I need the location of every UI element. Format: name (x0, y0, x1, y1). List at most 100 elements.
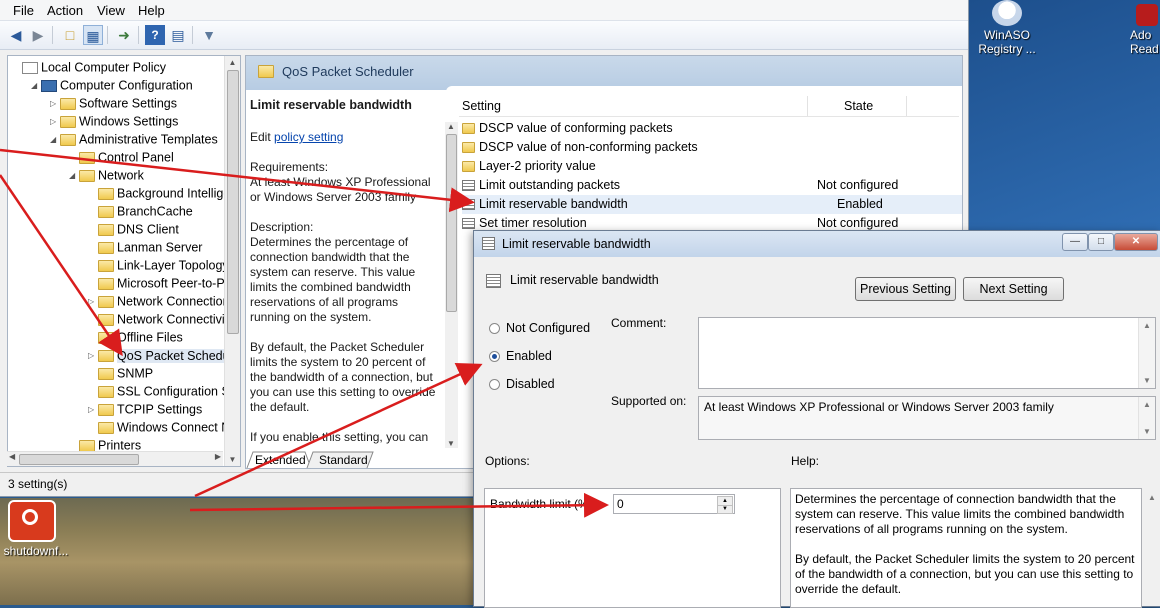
up-folder-icon[interactable]: □ (60, 25, 80, 45)
desktop-icon-label: Ado Read (1130, 28, 1159, 56)
radio-not-configured[interactable]: Not Configured (489, 320, 590, 336)
bandwidth-limit-spinner[interactable]: 0 ▲ ▼ (613, 494, 735, 514)
back-arrow-icon[interactable]: ◀ (6, 25, 26, 45)
radio-label: Not Configured (506, 321, 591, 335)
tree-item[interactable]: Background Intelliger (88, 184, 234, 202)
description-scrollbar[interactable]: ▲ ▼ (445, 122, 458, 448)
column-setting[interactable]: Setting (462, 99, 501, 113)
tree-item[interactable]: Lanman Server (88, 238, 202, 256)
expand-icon[interactable]: ▷ (88, 293, 98, 311)
forward-arrow-icon[interactable]: ▶ (28, 25, 48, 45)
tab-extended[interactable]: Extended (255, 453, 306, 467)
details-header: QoS Packet Scheduler (246, 56, 962, 90)
scroll-up-icon[interactable]: ▲ (225, 58, 240, 67)
properties-icon[interactable]: ▤ (168, 25, 188, 45)
filter-icon[interactable]: ▼ (199, 25, 219, 45)
winaso-logo-icon (992, 0, 1022, 26)
scroll-thumb[interactable] (446, 134, 457, 312)
radio-disabled[interactable]: Disabled (489, 376, 555, 392)
expand-icon[interactable]: ▷ (88, 401, 98, 419)
setting-row[interactable]: DSCP value of non-conforming packets (462, 138, 962, 157)
minimize-button[interactable]: — (1062, 233, 1088, 251)
tree-vertical-scrollbar[interactable]: ▲ ▼ (224, 56, 240, 466)
setting-icon (462, 218, 475, 230)
help-icon[interactable]: ? (145, 25, 165, 45)
shutdown-icon[interactable]: shutdownf... (0, 500, 72, 558)
setting-row[interactable]: Limit outstanding packets Not configured (462, 176, 962, 195)
menu-bar: File Action View Help (0, 0, 968, 21)
scroll-up-icon[interactable]: ▲ (447, 122, 455, 131)
menu-action[interactable]: Action (47, 3, 83, 18)
setting-row[interactable]: DSCP value of conforming packets (462, 119, 962, 138)
maximize-button[interactable]: □ (1088, 233, 1114, 251)
tree-item[interactable]: ▷ Windows Settings (50, 112, 178, 130)
comment-label: Comment: (611, 316, 667, 330)
menu-file[interactable]: File (13, 3, 34, 18)
export-list-icon[interactable]: ➜ (114, 25, 134, 45)
help-text-1: Determines the percentage of connection … (795, 492, 1125, 536)
help-label: Help: (791, 454, 820, 468)
folder-icon (98, 421, 114, 434)
comment-field[interactable]: ▲ ▼ (698, 317, 1156, 389)
tree-item[interactable]: Microsoft Peer-to-Pe (88, 274, 232, 292)
tree-item[interactable]: Windows Connect Nc (88, 418, 237, 436)
folder-icon (79, 169, 95, 182)
expand-icon[interactable]: ◢ (69, 167, 79, 185)
tree-item[interactable]: ◢ Network (69, 166, 144, 184)
menu-help[interactable]: Help (138, 3, 165, 18)
setting-name: Limit outstanding packets (479, 178, 621, 192)
expand-icon[interactable]: ◢ (31, 77, 41, 95)
menu-view[interactable]: View (97, 3, 125, 18)
edit-policy-link[interactable]: policy setting (274, 130, 343, 144)
expand-icon[interactable]: ▷ (88, 347, 98, 365)
default-text: By default, the Packet Scheduler limits … (250, 340, 436, 414)
tree-item[interactable]: Offline Files (88, 328, 183, 346)
tree-item[interactable]: BranchCache (88, 202, 193, 220)
tree-item-label: Network Connectivity (117, 312, 235, 327)
tree-item[interactable]: SSL Configuration Set (88, 382, 240, 400)
comment-scrollbar[interactable]: ▲ ▼ (1138, 318, 1155, 388)
tree-item[interactable]: ▷ TCPIP Settings (88, 400, 202, 418)
setting-row[interactable]: Limit reservable bandwidth Enabled (462, 195, 962, 214)
scroll-thumb[interactable] (19, 454, 139, 465)
scroll-down-icon[interactable]: ▼ (225, 455, 240, 464)
tree-item[interactable]: ▷ Software Settings (50, 94, 177, 112)
spin-down-icon[interactable]: ▼ (717, 505, 733, 514)
expand-icon[interactable]: ◢ (50, 131, 60, 149)
tree-item[interactable]: DNS Client (88, 220, 179, 238)
setting-row[interactable]: Layer-2 priority value (462, 157, 962, 176)
column-state[interactable]: State (844, 99, 873, 113)
tree-item-label: Local Computer Policy (41, 60, 167, 75)
tree-item[interactable]: Control Panel (69, 148, 174, 166)
radio-indicator (489, 351, 500, 363)
dialog-subtitle: Limit reservable bandwidth (510, 273, 659, 287)
tree-horizontal-scrollbar[interactable]: ◀ ▶ (7, 451, 223, 466)
tree-item[interactable]: ▷ Network Connections (88, 292, 236, 310)
tree-item[interactable]: Link-Layer Topology (88, 256, 229, 274)
show-hide-tree-icon[interactable]: ▦ (83, 25, 103, 45)
adobe-reader-icon[interactable]: Ado Read (1130, 0, 1160, 56)
supported-scrollbar[interactable]: ▲ ▼ (1138, 397, 1155, 439)
folder-icon (98, 187, 114, 200)
scroll-right-icon[interactable]: ▶ (215, 452, 221, 461)
help-scroll-up-icon[interactable]: ▲ (1148, 493, 1156, 502)
close-button[interactable]: ✕ (1114, 233, 1158, 251)
tree-item[interactable]: ◢ Administrative Templates (50, 130, 218, 148)
tree-item[interactable]: ◢ Computer Configuration (31, 76, 193, 94)
previous-setting-button[interactable]: Previous Setting (855, 277, 956, 301)
scroll-thumb[interactable] (227, 70, 239, 334)
expand-icon[interactable]: ▷ (50, 113, 60, 131)
tree-item[interactable]: Network Connectivity (88, 310, 234, 328)
expand-icon[interactable]: ▷ (50, 95, 60, 113)
radio-enabled[interactable]: Enabled (489, 348, 552, 364)
tree-item[interactable]: SNMP (88, 364, 153, 382)
setting-icon (482, 237, 495, 250)
next-setting-button[interactable]: Next Setting (963, 277, 1064, 301)
toolbar-separator (192, 26, 193, 44)
scroll-left-icon[interactable]: ◀ (9, 452, 15, 461)
tree-item[interactable]: Local Computer Policy (12, 58, 166, 76)
tab-standard[interactable]: Standard (319, 453, 368, 467)
scroll-down-icon[interactable]: ▼ (447, 439, 455, 448)
tree-item[interactable]: ▷ QoS Packet Scheduler (88, 346, 240, 365)
winaso-registry-icon[interactable]: WinASO Registry ... (978, 0, 1036, 56)
